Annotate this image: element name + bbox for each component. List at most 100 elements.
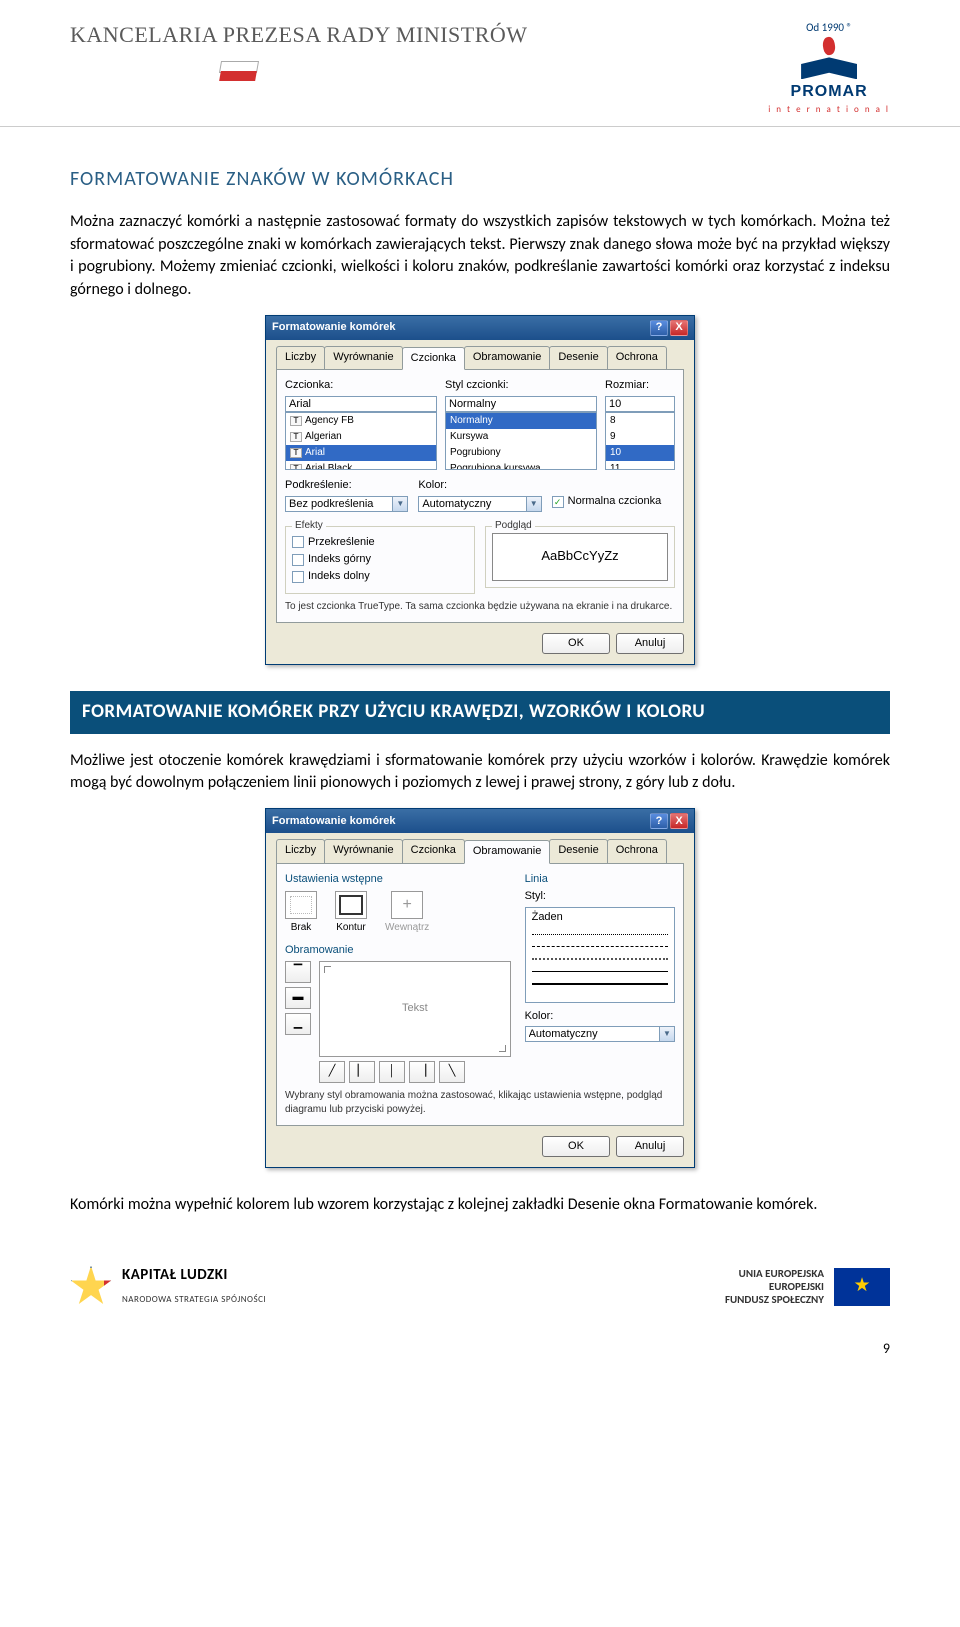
tab-liczby[interactable]: Liczby bbox=[276, 346, 325, 369]
line-color-combo[interactable]: ▼ bbox=[525, 1026, 675, 1042]
border-top-button[interactable]: ▔ bbox=[285, 961, 311, 983]
truetype-icon: T bbox=[290, 464, 302, 470]
section2-title: FORMATOWANIE KOMÓREK PRZY UŻYCIU KRAWĘDZ… bbox=[70, 691, 890, 734]
chevron-down-icon[interactable]: ▼ bbox=[660, 1026, 675, 1042]
tab-liczby[interactable]: Liczby bbox=[276, 839, 325, 862]
preset-inside-button[interactable]: Wewnątrz bbox=[385, 891, 429, 935]
tab-wyrownanie[interactable]: Wyrównanie bbox=[324, 346, 402, 369]
checkbox-icon bbox=[292, 536, 304, 548]
eu-logo: UNIA EUROPEJSKA EUROPEJSKI FUNDUSZ SPOŁE… bbox=[725, 1267, 890, 1307]
font-label: Czcionka: bbox=[285, 378, 437, 393]
kl-subtitle: NARODOWA STRATEGIA SPÓJNOŚCI bbox=[122, 1294, 266, 1305]
line-style-list[interactable]: Żaden bbox=[525, 907, 675, 1003]
tab-czcionka[interactable]: Czcionka bbox=[402, 839, 465, 862]
line-dashdot-icon bbox=[532, 958, 668, 965]
page-number: 9 bbox=[0, 1339, 960, 1379]
dialog-titlebar[interactable]: Formatowanie komórek ? X bbox=[266, 316, 694, 340]
style-input[interactable] bbox=[445, 396, 597, 412]
font-input[interactable] bbox=[285, 396, 437, 412]
subscript-checkbox[interactable]: Indeks dolny bbox=[292, 569, 468, 584]
truetype-icon: T bbox=[290, 416, 302, 426]
checkbox-icon bbox=[292, 554, 304, 566]
preview-group: Podgląd AaBbCcYyZz bbox=[485, 526, 675, 588]
promar-since-label: Od 1990 bbox=[806, 20, 852, 35]
font-preview: AaBbCcYyZz bbox=[492, 533, 668, 581]
superscript-checkbox[interactable]: Indeks górny bbox=[292, 552, 468, 567]
help-button[interactable]: ? bbox=[650, 320, 668, 336]
dialog-tabs: Liczby Wyrównanie Czcionka Obramowanie D… bbox=[276, 346, 684, 370]
tab-czcionka[interactable]: Czcionka bbox=[402, 347, 465, 370]
tab-ochrona[interactable]: Ochrona bbox=[607, 839, 667, 862]
style-listbox[interactable]: Normalny Kursywa Pogrubiony Pogrubiona k… bbox=[445, 412, 597, 470]
border-diag1-icon: ╱ bbox=[329, 1064, 336, 1079]
section3-paragraph: Komórki można wypełnić kolorem lub wzore… bbox=[70, 1194, 890, 1216]
promar-logo: Od 1990 PROMAR i n t e r n a t i o n a l bbox=[768, 20, 890, 116]
tab-desenie[interactable]: Desenie bbox=[549, 346, 607, 369]
line-dotted-icon bbox=[532, 934, 668, 940]
page-footer: KAPITAŁ LUDZKI NARODOWA STRATEGIA SPÓJNO… bbox=[0, 1240, 960, 1339]
normal-font-checkbox[interactable]: ✓ Normalna czcionka bbox=[552, 494, 675, 509]
strikethrough-checkbox[interactable]: Przekreślenie bbox=[292, 535, 468, 550]
size-listbox[interactable]: 8 9 10 11 bbox=[605, 412, 675, 470]
ok-button[interactable]: OK bbox=[542, 633, 610, 654]
book-icon bbox=[801, 57, 857, 79]
border-diag1-button[interactable]: ╱ bbox=[319, 1061, 345, 1083]
dialog-tabs: Liczby Wyrównanie Czcionka Obramowanie D… bbox=[276, 839, 684, 863]
help-button[interactable]: ? bbox=[650, 813, 668, 829]
flame-icon bbox=[822, 36, 837, 56]
border-note: Wybrany styl obramowania można zastosowa… bbox=[285, 1089, 675, 1117]
format-cells-dialog-font: Formatowanie komórek ? X Liczby Wyrównan… bbox=[265, 315, 695, 665]
kprm-logo-text: KANCELARIA PREZESA RADY MINISTRÓW bbox=[70, 20, 528, 51]
color-label: Kolor: bbox=[418, 478, 541, 493]
line-thick-icon bbox=[532, 983, 668, 990]
checkbox-icon bbox=[292, 571, 304, 583]
border-left-button[interactable]: ▏ bbox=[349, 1061, 375, 1083]
star-icon bbox=[70, 1266, 112, 1308]
underline-combo[interactable]: ▼ bbox=[285, 496, 408, 512]
dialog2-wrap: Formatowanie komórek ? X Liczby Wyrównan… bbox=[70, 808, 890, 1168]
size-input[interactable] bbox=[605, 396, 675, 412]
border-right-button[interactable]: ▕ bbox=[409, 1061, 435, 1083]
border-vmid-button[interactable]: │ bbox=[379, 1061, 405, 1083]
tab-wyrownanie[interactable]: Wyrównanie bbox=[324, 839, 402, 862]
chevron-down-icon[interactable]: ▼ bbox=[393, 496, 408, 512]
truetype-icon: T bbox=[290, 448, 302, 458]
tab-ochrona[interactable]: Ochrona bbox=[607, 346, 667, 369]
kl-title: KAPITAŁ LUDZKI bbox=[122, 1266, 228, 1284]
border-left-icon: ▏ bbox=[358, 1064, 366, 1079]
border-diag2-button[interactable]: ╲ bbox=[439, 1061, 465, 1083]
dialog-title: Formatowanie komórek bbox=[272, 814, 395, 829]
border-bottom-button[interactable]: ▁ bbox=[285, 1013, 311, 1035]
border-label: Obramowanie bbox=[285, 943, 511, 958]
tab-obramowanie[interactable]: Obramowanie bbox=[464, 346, 550, 369]
preset-none-button[interactable]: Brak bbox=[285, 891, 317, 935]
cancel-button[interactable]: Anuluj bbox=[616, 1136, 684, 1157]
underline-label: Podkreślenie: bbox=[285, 478, 408, 493]
border-hmid-button[interactable]: ▬ bbox=[285, 987, 311, 1009]
presets-label: Ustawienia wstępne bbox=[285, 872, 511, 887]
border-inside-icon bbox=[391, 891, 423, 919]
close-button[interactable]: X bbox=[670, 320, 688, 336]
chevron-down-icon[interactable]: ▼ bbox=[527, 496, 542, 512]
line-label: Linia bbox=[525, 872, 675, 887]
eu-flag-icon: ★ bbox=[834, 1268, 890, 1306]
preset-outline-button[interactable]: Kontur bbox=[335, 891, 367, 935]
tab-desenie[interactable]: Desenie bbox=[549, 839, 607, 862]
size-label: Rozmiar: bbox=[605, 378, 675, 393]
header-left: KANCELARIA PREZESA RADY MINISTRÓW bbox=[70, 20, 528, 85]
ok-button[interactable]: OK bbox=[542, 1136, 610, 1157]
format-cells-dialog-border: Formatowanie komórek ? X Liczby Wyrównan… bbox=[265, 808, 695, 1168]
tab-obramowanie[interactable]: Obramowanie bbox=[464, 840, 550, 863]
line-solid-icon bbox=[532, 971, 668, 977]
close-button[interactable]: X bbox=[670, 813, 688, 829]
color-combo[interactable]: ▼ bbox=[418, 496, 541, 512]
truetype-note: To jest czcionka TrueType. Ta sama czcio… bbox=[285, 600, 675, 614]
section1-paragraph: Można zaznaczyć komórki a następnie zast… bbox=[70, 211, 890, 301]
cancel-button[interactable]: Anuluj bbox=[616, 633, 684, 654]
dialog-titlebar[interactable]: Formatowanie komórek ? X bbox=[266, 809, 694, 833]
border-preview-diagram[interactable]: Tekst bbox=[319, 961, 511, 1057]
border-hmid-icon: ▬ bbox=[293, 990, 304, 1005]
font-listbox[interactable]: TAgency FB TAlgerian TArial TArial Black bbox=[285, 412, 437, 470]
dialog-title: Formatowanie komórek bbox=[272, 320, 395, 335]
style-label: Styl: bbox=[525, 889, 675, 904]
